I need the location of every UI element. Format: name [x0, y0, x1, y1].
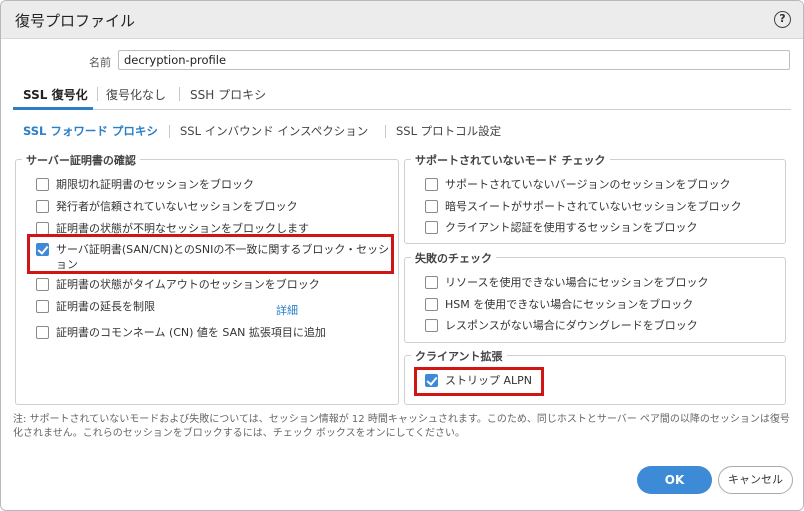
decryption-profile-dialog: 復号プロファイル ? 名前 SSL 復号化 復号化なし SSH プロキシ SSL… — [0, 0, 804, 511]
checkbox-block-untrusted[interactable] — [36, 200, 49, 213]
server-cert-legend: サーバー証明書の確認 — [22, 152, 140, 168]
name-input[interactable] — [118, 50, 790, 70]
checkbox-restrict-extensions[interactable] — [36, 300, 49, 313]
checkbox-label: 証明書の延長を制限 — [56, 300, 155, 313]
name-label: 名前 — [89, 56, 111, 69]
subtab-ssl-inbound-inspection[interactable]: SSL インバウンド インスペクション — [180, 123, 368, 139]
checkbox-label: 証明書のコモンネーム (CN) 値を SAN 拡張項目に追加 — [56, 326, 326, 339]
checkbox-label: レスポンスがない場合にダウングレードをブロック — [445, 319, 698, 332]
checkbox-label: サポートされていないバージョンのセッションをブロック — [445, 178, 731, 191]
tab-divider — [179, 87, 180, 101]
tab-ssh-proxy[interactable]: SSH プロキシ — [190, 86, 266, 103]
highlight-box — [414, 367, 544, 396]
tab-no-decryption[interactable]: 復号化なし — [106, 86, 166, 103]
unsupported-mode-group: サポートされていないモード チェック サポートされていないバージョンのセッション… — [404, 152, 786, 244]
checkbox-block-no-hsm[interactable] — [425, 298, 438, 311]
dialog-title: 復号プロファイル — [15, 12, 136, 30]
checkbox-label: 暗号スイートがサポートされていないセッションをブロック — [445, 200, 742, 213]
checkbox-block-no-resource[interactable] — [425, 276, 438, 289]
subtab-divider — [385, 125, 386, 138]
checkbox-block-timeout[interactable] — [36, 278, 49, 291]
help-icon[interactable]: ? — [774, 11, 791, 28]
client-extension-legend: クライアント拡張 — [411, 348, 507, 364]
dialog-titlebar: 復号プロファイル ? — [1, 1, 803, 39]
subtab-ssl-forward-proxy[interactable]: SSL フォワード プロキシ — [23, 123, 158, 139]
checkbox-label: 証明書の状態がタイムアウトのセッションをブロック — [56, 278, 320, 291]
ok-button[interactable]: OK — [637, 466, 712, 494]
failure-check-group: 失敗のチェック リソースを使用できない場合にセッションをブロック HSM を使用… — [404, 250, 786, 343]
subtab-divider — [169, 125, 170, 138]
server-cert-group: サーバー証明書の確認 期限切れ証明書のセッションをブロック 発行者が信頼されてい… — [15, 152, 399, 405]
main-tabs: SSL 復号化 復号化なし SSH プロキシ — [13, 84, 791, 110]
failure-check-legend: 失敗のチェック — [411, 250, 496, 266]
tab-ssl-decryption[interactable]: SSL 復号化 — [23, 86, 88, 103]
checkbox-block-expired[interactable] — [36, 178, 49, 191]
checkbox-block-unsupported-cipher[interactable] — [425, 200, 438, 213]
cache-note: 注: サポートされていないモードおよび失敗については、セッション情報が 12 時… — [13, 414, 790, 439]
checkbox-label: 期限切れ証明書のセッションをブロック — [56, 178, 254, 191]
checkbox-block-client-auth[interactable] — [425, 221, 438, 234]
highlight-box — [27, 234, 394, 274]
checkbox-append-cn-san[interactable] — [36, 326, 49, 339]
checkbox-label: HSM を使用できない場合にセッションをブロック — [445, 298, 694, 311]
checkbox-label: リソースを使用できない場合にセッションをブロック — [445, 276, 709, 289]
checkbox-label: 発行者が信頼されていないセッションをブロック — [56, 200, 298, 213]
active-tab-indicator — [13, 107, 93, 110]
checkbox-label: クライアント認証を使用するセッションをブロック — [445, 221, 698, 234]
unsupported-mode-legend: サポートされていないモード チェック — [411, 152, 610, 168]
cancel-button[interactable]: キャンセル — [718, 466, 793, 494]
checkbox-block-unsupported-version[interactable] — [425, 178, 438, 191]
checkbox-block-downgrade[interactable] — [425, 319, 438, 332]
details-link[interactable]: 詳細 — [276, 302, 298, 318]
subtab-ssl-protocol-settings[interactable]: SSL プロトコル設定 — [396, 123, 501, 139]
tab-divider — [97, 87, 98, 101]
